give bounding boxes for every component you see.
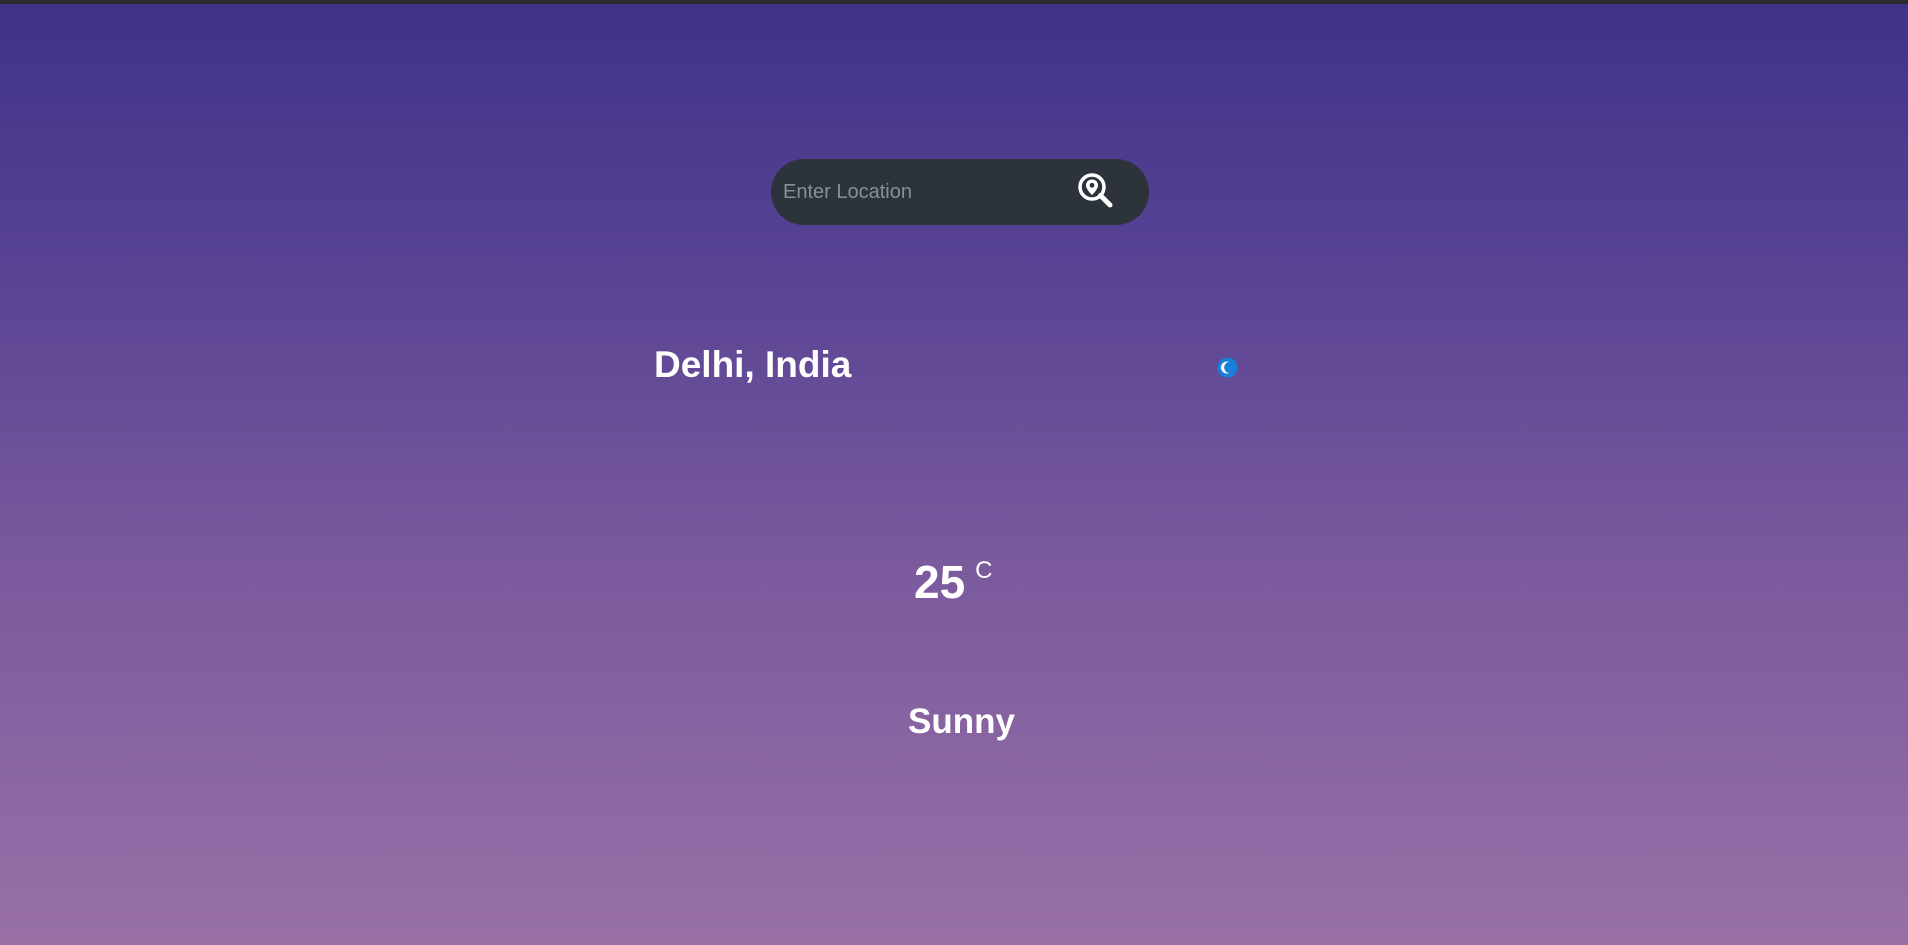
location-name: Delhi, India bbox=[654, 344, 852, 385]
window-top-border bbox=[0, 0, 1908, 4]
temperature-unit: C bbox=[975, 557, 993, 585]
temperature-value: 25 bbox=[914, 556, 966, 608]
location-search-icon bbox=[1078, 173, 1113, 208]
search-bar bbox=[771, 159, 1149, 225]
location-search-input[interactable] bbox=[783, 159, 1083, 225]
moon-icon bbox=[1217, 357, 1238, 378]
temperature-display: 25 C bbox=[914, 555, 993, 609]
weather-condition: Sunny bbox=[908, 702, 1015, 741]
search-button[interactable] bbox=[1075, 171, 1117, 213]
